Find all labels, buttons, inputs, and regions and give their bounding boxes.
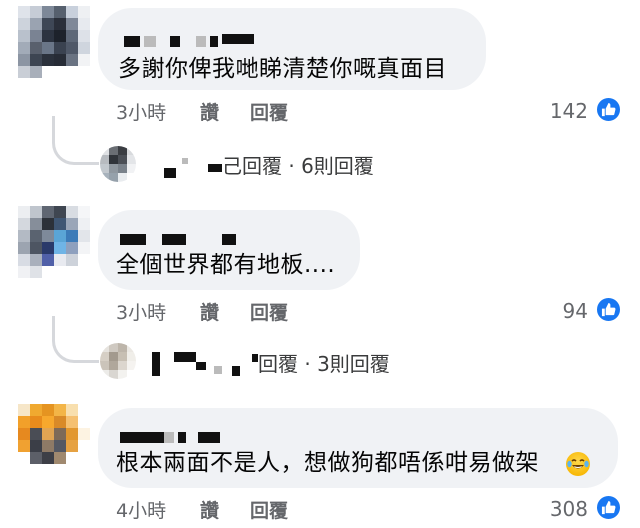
reply-button[interactable]: 回覆: [250, 298, 288, 325]
comment-bubble: 根本兩面不是人，想做狗都唔係咁易做架: [98, 408, 618, 488]
replier-name-censored: [214, 366, 222, 374]
author-name-censored: [222, 234, 236, 245]
reaction-count[interactable]: 142: [528, 99, 588, 123]
comment-text: 全個世界都有地板....: [116, 252, 336, 278]
author-name-censored: [198, 432, 220, 443]
like-icon[interactable]: [595, 494, 622, 521]
comment-bubble: 多謝你俾我哋睇清楚你嘅真面目: [98, 8, 486, 90]
like-button[interactable]: 讚: [200, 496, 219, 523]
thread-line: [52, 316, 99, 363]
replier-name-censored: [232, 366, 240, 376]
like-button[interactable]: 讚: [200, 298, 219, 325]
like-icon[interactable]: [595, 296, 622, 323]
like-icon[interactable]: [595, 96, 622, 123]
replier-name-censored: [174, 352, 196, 362]
avatar[interactable]: [18, 6, 90, 78]
reaction-count[interactable]: 308: [528, 497, 588, 521]
reply-avatar[interactable]: [100, 343, 136, 379]
reaction-count[interactable]: 94: [528, 299, 588, 323]
author-name-censored[interactable]: [120, 432, 164, 443]
author-name-censored: [170, 36, 180, 47]
author-name-censored: [164, 432, 174, 443]
timestamp[interactable]: 4小時: [116, 496, 166, 523]
comment-bubble: 全個世界都有地板....: [98, 210, 360, 290]
replier-name-censored: [164, 168, 176, 178]
thread-line: [52, 116, 99, 165]
reply-button[interactable]: 回覆: [250, 496, 288, 523]
author-name-censored[interactable]: [124, 36, 140, 47]
author-name-censored: [144, 36, 156, 47]
comment-text: 多謝你俾我哋睇清楚你嘅真面目: [118, 56, 447, 82]
author-name-censored: [222, 34, 254, 44]
reply-avatar[interactable]: [100, 146, 136, 182]
timestamp[interactable]: 3小時: [116, 98, 166, 125]
replier-name-censored: [152, 352, 160, 376]
timestamp[interactable]: 3小時: [116, 298, 166, 325]
reply-button[interactable]: 回覆: [250, 98, 288, 125]
author-name-censored: [196, 36, 206, 47]
replier-name-censored: [208, 164, 222, 172]
author-name-censored: [210, 36, 218, 47]
author-name-censored: [162, 234, 186, 245]
author-name-censored: [178, 432, 186, 443]
view-replies-link[interactable]: 己回覆 · 6則回覆: [222, 150, 374, 179]
view-replies-link[interactable]: 回覆 · 3則回覆: [258, 348, 390, 377]
avatar[interactable]: [18, 404, 90, 476]
comment-text: 根本兩面不是人，想做狗都唔係咁易做架: [116, 450, 539, 476]
author-name-censored[interactable]: [120, 234, 146, 245]
replier-name-censored: [196, 362, 206, 370]
like-button[interactable]: 讚: [200, 98, 219, 125]
replier-name-censored: [182, 158, 188, 164]
avatar[interactable]: [18, 206, 90, 278]
face-with-tears-of-joy-icon: [566, 452, 590, 476]
